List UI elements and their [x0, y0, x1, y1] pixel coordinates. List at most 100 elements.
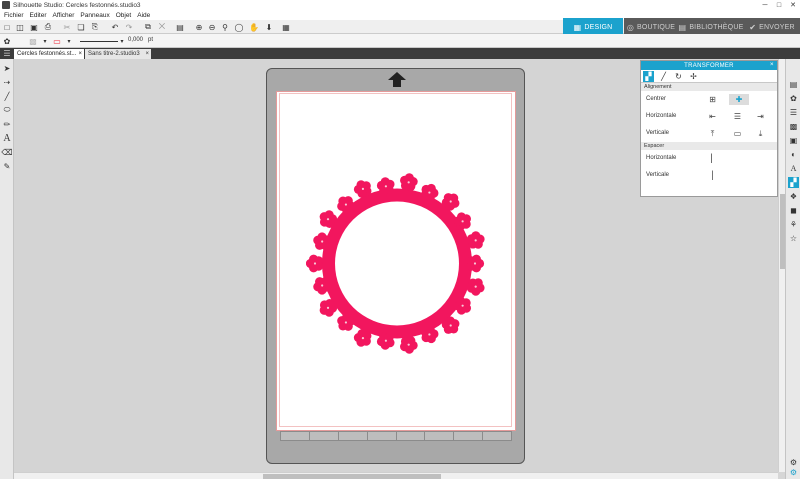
eraser-icon[interactable]: ⌫ [1, 147, 12, 157]
fill-icon[interactable]: ✿ [788, 93, 799, 104]
space-vertical-icon[interactable]: ⎪ [707, 170, 718, 181]
line-width-unit: pt [148, 37, 154, 43]
line-color-swatch[interactable]: ▭ [52, 36, 62, 46]
replicate-icon[interactable]: ❖ [788, 191, 799, 202]
vertical-scrollbar[interactable] [778, 59, 785, 472]
help-icon[interactable]: ⚙ [788, 467, 799, 478]
tab-align-icon[interactable]: ▞ [643, 71, 654, 82]
line-style-sample[interactable] [80, 41, 118, 42]
new-icon[interactable]: □ [2, 22, 12, 32]
scalloped-circle-wreath[interactable] [306, 172, 488, 355]
select-icon[interactable]: ➤ [2, 63, 12, 73]
tab-rotate-icon[interactable]: ↻ [673, 71, 684, 82]
panel-tabs: ▞ ╱ ↻ ✢ [641, 70, 777, 83]
print-icon[interactable]: ⎙ [43, 22, 53, 32]
menu-panneaux[interactable]: Panneaux [80, 12, 109, 19]
ellipse-icon[interactable]: ⬭ [2, 105, 12, 115]
knife-icon[interactable]: ✎ [2, 161, 12, 171]
align-center-icon[interactable]: ☰ [732, 111, 743, 122]
center-on-page-icon[interactable]: ⊞ [707, 94, 718, 105]
zoom-fit-icon[interactable]: ⚲ [220, 22, 230, 32]
page-setup-icon[interactable]: ▤ [788, 79, 799, 90]
fill-gradient-icon[interactable]: ◐ [788, 149, 799, 160]
star-icon[interactable]: ☆ [788, 233, 799, 244]
undo-icon[interactable]: ↶ [110, 22, 120, 32]
fill-pattern-icon[interactable]: ✿ [2, 36, 12, 46]
properties-bar: ✿ ▩ ▾ ▭ ▾ ▾ 0,000 pt [0, 34, 800, 48]
open-icon[interactable]: ◫ [15, 22, 25, 32]
right-panel-bar: ▤ ✿ ☰ ▩ ▣ ◐ A ▞ ❖ ◼ ⚘ ☆ ⚙ ⚙ [785, 59, 800, 479]
spacing-horizontal-row: Horizontale ⎜ [641, 150, 777, 167]
zoom-in-icon[interactable]: ⊕ [194, 22, 204, 32]
app-icon [2, 1, 10, 9]
line-color-dropdown-arrow[interactable]: ▾ [64, 36, 74, 46]
document-tab-active[interactable]: Cercles festonnés.st... × [14, 49, 84, 59]
spacing-section-header: Espacer [641, 142, 777, 150]
line-style-dropdown-arrow[interactable]: ▾ [117, 36, 127, 46]
transform-icon[interactable]: ▞ [788, 177, 799, 188]
pencil-icon[interactable]: ✏ [2, 119, 12, 129]
horizontal-scrollbar[interactable] [14, 472, 778, 479]
spacing-horizontal-label: Horizontale [646, 155, 677, 161]
fit-page-icon[interactable]: ▦ [281, 22, 291, 32]
minimize-button[interactable]: ─ [758, 0, 772, 10]
shadow-icon[interactable]: ▩ [788, 121, 799, 132]
copy-icon[interactable]: ❏ [76, 22, 86, 32]
menu-objet[interactable]: Objet [116, 12, 132, 19]
center-objects-icon[interactable]: ✚ [729, 94, 749, 105]
feed-direction-arrow-icon [388, 72, 406, 87]
globe-icon: ◎ [626, 22, 634, 32]
offset-icon[interactable]: ▣ [788, 135, 799, 146]
panel-close-button[interactable]: × [770, 61, 774, 68]
pan-icon[interactable]: ✋ [249, 22, 259, 32]
point-edit-icon[interactable]: ⇢ [2, 77, 12, 87]
line-icon[interactable]: ╱ [2, 91, 12, 101]
zoom-out-icon[interactable]: ⊖ [207, 22, 217, 32]
text-icon[interactable]: A [2, 133, 12, 144]
hibiscus-flower [466, 278, 485, 296]
menu-aide[interactable]: Aide [137, 12, 150, 19]
fill-dropdown-arrow[interactable]: ▾ [40, 36, 50, 46]
redo-icon[interactable]: ↷ [124, 22, 134, 32]
modify-icon[interactable]: ◼ [788, 205, 799, 216]
move-to-front-icon[interactable]: ▤ [175, 22, 185, 32]
send-icon: ✔ [749, 22, 757, 32]
document-tab-label: Sans titre-2.studio3 [88, 51, 140, 57]
close-tab-icon[interactable]: × [78, 51, 82, 57]
tab-scale-icon[interactable]: ╱ [658, 71, 669, 82]
hibiscus-flower [306, 254, 324, 273]
hibiscus-flower [420, 325, 439, 344]
menu-fichier[interactable]: Fichier [4, 12, 24, 19]
space-horizontal-icon[interactable]: ⎜ [707, 153, 718, 164]
fill-color-swatch[interactable]: ▩ [26, 36, 40, 46]
align-right-icon[interactable]: ⇥ [755, 111, 766, 122]
nav-send-label: ENVOYER [759, 23, 795, 31]
zoom-drag-icon[interactable]: ◯ [234, 22, 244, 32]
tabs-menu-icon[interactable]: ☰ [2, 48, 12, 58]
align-middle-icon[interactable]: ▭ [732, 128, 743, 139]
group-icon[interactable]: ⧉ [143, 22, 153, 32]
document-tab-inactive[interactable]: Sans titre-2.studio3 × [85, 49, 151, 59]
document-tabs-bar: ☰ Cercles festonnés.st... × Sans titre-2… [0, 48, 800, 59]
ungroup-icon[interactable]: ⨉ [157, 22, 167, 32]
close-button[interactable]: ✕ [786, 0, 800, 10]
text-style-icon[interactable]: A [788, 163, 799, 174]
menu-afficher[interactable]: Afficher [53, 12, 75, 19]
cut-icon[interactable]: ✂ [62, 22, 72, 32]
line-width-value[interactable]: 0,000 [128, 37, 143, 43]
horizontal-scroll-thumb[interactable] [263, 474, 441, 479]
trace-icon[interactable]: ⚘ [788, 219, 799, 230]
align-left-icon[interactable]: ⇤ [707, 111, 718, 122]
align-top-icon[interactable]: ⤒ [707, 128, 718, 139]
horizontal-label: Horizontale [646, 113, 677, 119]
move-down-icon[interactable]: ⬇ [264, 22, 274, 32]
paste-icon[interactable]: ⎘ [90, 22, 100, 32]
save-icon[interactable]: ▣ [29, 22, 39, 32]
close-tab-icon[interactable]: × [145, 51, 149, 57]
align-bottom-icon[interactable]: ⤓ [755, 128, 766, 139]
tab-move-icon[interactable]: ✢ [688, 71, 699, 82]
maximize-button[interactable]: □ [772, 0, 786, 10]
menu-editer[interactable]: Editer [30, 12, 47, 19]
line-style-icon[interactable]: ☰ [788, 107, 799, 118]
vertical-align-row: Verticale ⤒ ▭ ⤓ [641, 125, 777, 142]
